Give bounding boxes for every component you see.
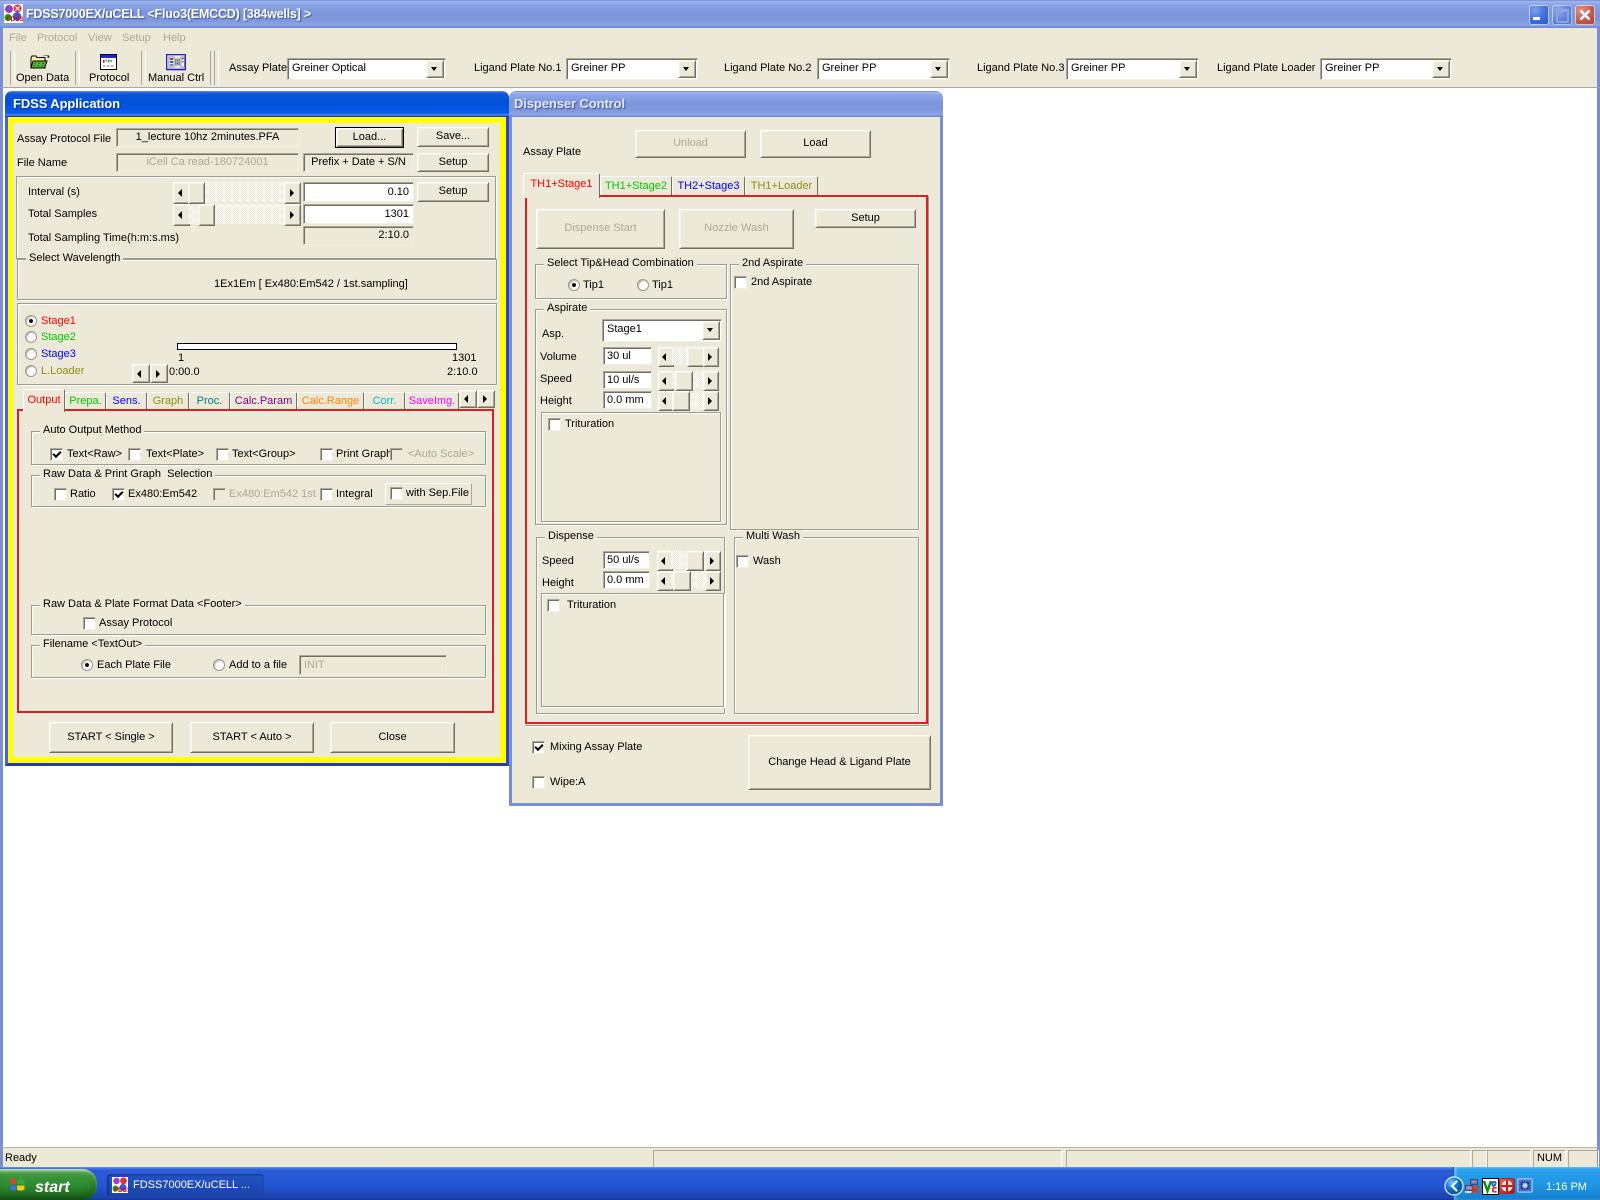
svg-text:start: start [35, 1179, 70, 1196]
svg-text:FDSS: FDSS [114, 1187, 128, 1193]
svg-text:FDSS: FDSS [7, 16, 24, 23]
